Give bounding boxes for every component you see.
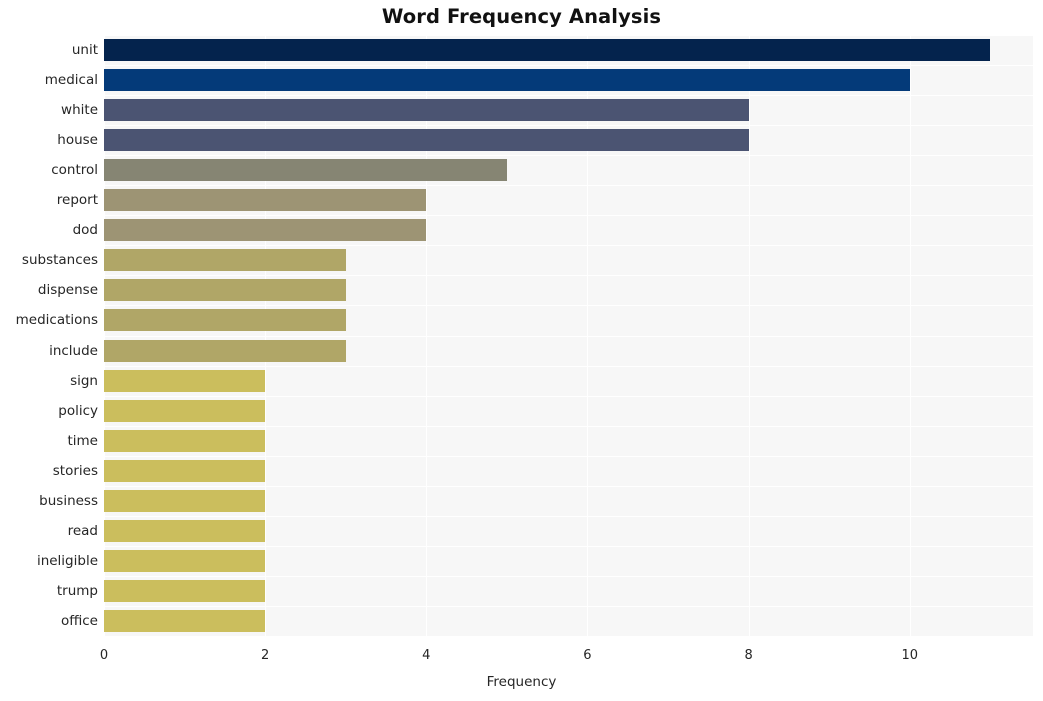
x-axis-title: Frequency (486, 674, 557, 690)
y-axis-tick-label: unit (71, 42, 98, 59)
gridline-horizontal (104, 456, 1033, 457)
bar (104, 159, 507, 182)
gridline-horizontal (104, 215, 1033, 216)
y-axis-tick-label: control (51, 162, 98, 179)
y-axis-tick-label: dod (72, 222, 98, 239)
y-axis-tick-label: trump (56, 582, 98, 599)
bar-fill (104, 609, 266, 632)
word-frequency-bar-chart: Word Frequency Analysis unit medical white… (0, 0, 1043, 701)
gridline-horizontal (104, 396, 1033, 397)
gridline-horizontal (104, 245, 1033, 246)
chart-title: Word Frequency Analysis (381, 5, 662, 28)
gridline-horizontal (104, 546, 1033, 547)
gridline-horizontal (104, 275, 1033, 276)
bar (104, 99, 749, 122)
bar-fill (104, 279, 346, 302)
bar-fill (104, 399, 266, 422)
gridline-horizontal (104, 305, 1033, 306)
bar-fill (104, 579, 266, 602)
bar-fill (104, 429, 266, 452)
bar (104, 129, 749, 152)
x-axis-tick-label: 4 (422, 648, 431, 663)
bar (104, 189, 427, 212)
bar (104, 549, 266, 572)
gridline-horizontal (104, 486, 1033, 487)
y-axis-tick-label: time (67, 432, 98, 449)
bar (104, 279, 346, 302)
bar (104, 609, 266, 632)
bar (104, 219, 427, 242)
bar-fill (104, 519, 266, 542)
y-axis-tick-label: house (57, 132, 98, 149)
bar-fill (104, 219, 427, 242)
gridline-horizontal (104, 336, 1033, 337)
gridline-horizontal (104, 516, 1033, 517)
bar-fill (104, 129, 749, 152)
y-axis-tick-label: report (56, 192, 98, 209)
y-axis-tick-label: stories (52, 462, 98, 479)
y-axis-tick-label: sign (70, 372, 98, 389)
x-axis-tick-label: 8 (744, 648, 753, 663)
y-axis-tick-label: substances (21, 252, 98, 269)
bar (104, 399, 266, 422)
bar-fill (104, 459, 266, 482)
bar (104, 579, 266, 602)
y-axis-tick-label: office (60, 612, 98, 629)
bar-fill (104, 99, 749, 122)
y-axis-tick-label: medications (15, 312, 98, 329)
bar (104, 459, 266, 482)
gridline-horizontal (104, 366, 1033, 367)
gridline-horizontal (104, 576, 1033, 577)
y-axis-tick-label: read (67, 522, 98, 539)
bar-fill (104, 39, 991, 62)
bar (104, 309, 346, 332)
y-axis-tick-label: policy (58, 402, 98, 419)
y-axis-tick-label: include (49, 342, 98, 359)
gridline-horizontal (104, 125, 1033, 126)
bar (104, 39, 991, 62)
y-axis-tick-label: dispense (37, 282, 98, 299)
x-axis-tick-label: 2 (261, 648, 270, 663)
gridline-horizontal (104, 65, 1033, 66)
gridline-horizontal (104, 95, 1033, 96)
bar (104, 489, 266, 512)
bar (104, 249, 346, 272)
x-axis-tick-label: 6 (583, 648, 592, 663)
y-axis-tick-label: medical (44, 72, 98, 89)
bar-fill (104, 309, 346, 332)
gridline-horizontal (104, 155, 1033, 156)
x-axis-tick-label: 0 (99, 648, 109, 663)
bar-fill (104, 369, 266, 392)
bar-fill (104, 69, 910, 92)
gridline-horizontal (104, 606, 1033, 607)
bar (104, 369, 266, 392)
x-axis-tick-label: 10 (901, 648, 918, 663)
gridline-horizontal (104, 636, 1033, 637)
gridline-horizontal (104, 35, 1033, 36)
bar (104, 69, 910, 92)
bar (104, 429, 266, 452)
bar-fill (104, 159, 507, 182)
bar-fill (104, 549, 266, 572)
bar-fill (104, 249, 346, 272)
plot-area (104, 35, 1033, 637)
gridline-horizontal (104, 185, 1033, 186)
y-axis-tick-label: business (39, 492, 98, 509)
bar (104, 339, 346, 362)
bar-fill (104, 339, 346, 362)
y-axis-tick-label: ineligible (36, 552, 98, 569)
bar-fill (104, 189, 427, 212)
y-axis-tick-label: white (61, 102, 98, 119)
bar (104, 519, 266, 542)
gridline-horizontal (104, 426, 1033, 427)
bar-fill (104, 489, 266, 512)
